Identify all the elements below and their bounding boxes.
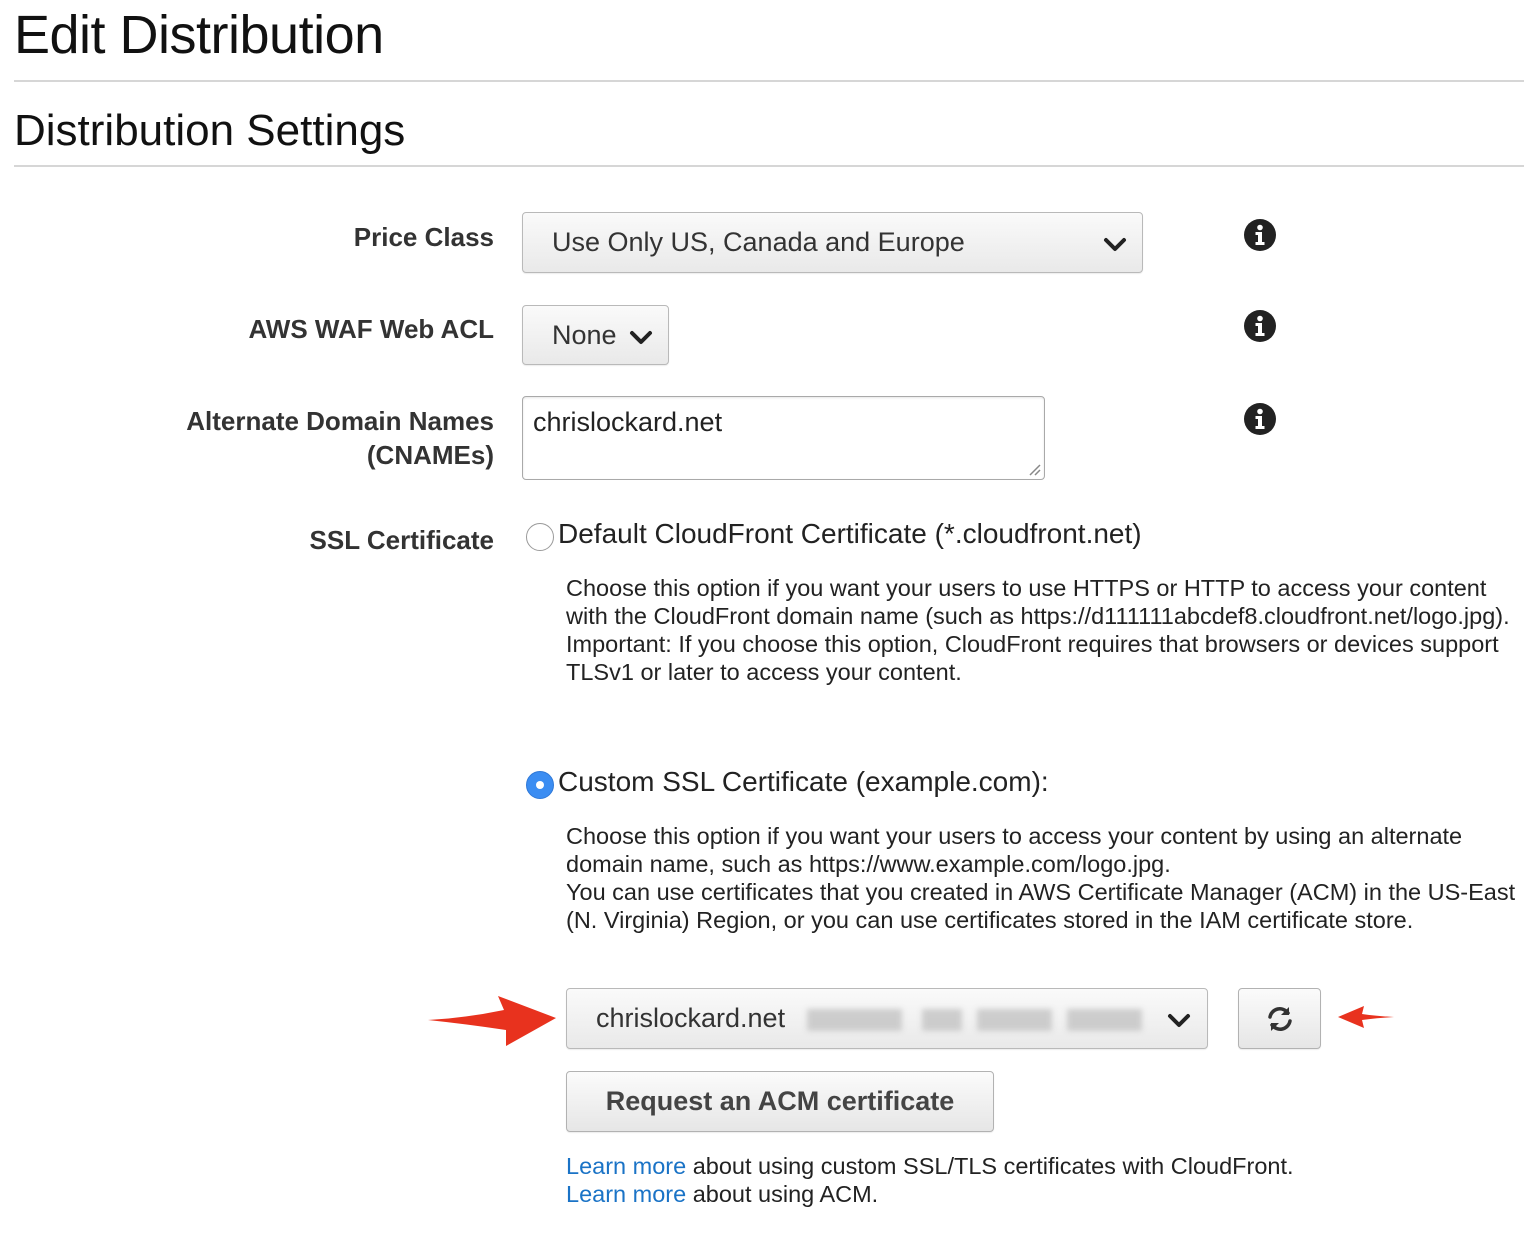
redacted-text	[977, 1009, 1052, 1031]
chevron-down-icon	[1104, 238, 1126, 251]
chevron-down-icon	[630, 331, 652, 344]
price-class-label: Price Class	[353, 222, 494, 252]
waf-label: AWS WAF Web ACL	[248, 314, 494, 344]
refresh-button[interactable]	[1238, 988, 1321, 1049]
refresh-icon	[1267, 1006, 1292, 1031]
learn-more-acm-line: Learn more about using ACM.	[566, 1180, 1294, 1208]
cnames-label-line2: (CNAMEs)	[366, 440, 494, 470]
price-class-value: Use Only US, Canada and Europe	[552, 227, 965, 257]
cnames-label-line1: Alternate Domain Names	[186, 406, 494, 436]
cnames-textarea[interactable]: chrislockard.net	[522, 396, 1045, 480]
request-acm-certificate-label: Request an ACM certificate	[605, 1086, 955, 1116]
waf-value: None	[552, 319, 617, 350]
custom-cert-help-text: Choose this option if you want your user…	[566, 823, 1463, 877]
learn-more-acm-link[interactable]: Learn more	[566, 1181, 686, 1207]
certificate-select[interactable]: chrislockard.net	[566, 988, 1208, 1049]
custom-cert-label[interactable]: Custom SSL Certificate (example.com):	[558, 766, 1049, 798]
certificate-value: chrislockard.net	[596, 1003, 786, 1033]
learn-more-ssl-line: Learn more about using custom SSL/TLS ce…	[566, 1152, 1294, 1180]
default-cert-help-important: Important: If you choose this option, Cl…	[566, 631, 1499, 685]
price-class-select[interactable]: Use Only US, Canada and Europe	[522, 212, 1143, 273]
default-cert-label[interactable]: Default CloudFront Certificate (*.cloudf…	[558, 518, 1142, 550]
learn-more-ssl-text: about using custom SSL/TLS certificates …	[686, 1153, 1294, 1179]
ssl-label: SSL Certificate	[309, 525, 494, 555]
info-icon[interactable]	[1244, 403, 1276, 435]
default-cert-radio[interactable]	[526, 523, 554, 551]
learn-more-acm-text: about using ACM.	[686, 1181, 879, 1207]
info-icon[interactable]	[1244, 219, 1276, 251]
section-divider	[14, 165, 1524, 167]
learn-more-links: Learn more about using custom SSL/TLS ce…	[566, 1152, 1294, 1208]
cnames-label: Alternate Domain Names (CNAMEs)	[186, 404, 494, 472]
custom-cert-help-acm: You can use certificates that you create…	[566, 879, 1516, 933]
redacted-text	[1067, 1009, 1142, 1031]
custom-cert-radio[interactable]	[526, 771, 554, 799]
custom-cert-help: Choose this option if you want your user…	[566, 822, 1521, 934]
resize-grip-icon[interactable]	[1027, 462, 1041, 476]
info-icon[interactable]	[1244, 310, 1276, 342]
section-title: Distribution Settings	[14, 106, 406, 155]
page-title: Edit Distribution	[14, 5, 384, 65]
cnames-value: chrislockard.net	[533, 407, 723, 437]
default-cert-help-text: Choose this option if you want your user…	[566, 575, 1510, 629]
default-cert-help: Choose this option if you want your user…	[566, 574, 1521, 686]
waf-select[interactable]: None	[522, 305, 669, 365]
request-acm-certificate-button[interactable]: Request an ACM certificate	[566, 1071, 994, 1132]
annotation-arrow-icon	[428, 996, 556, 1046]
annotation-arrow-icon	[1338, 1006, 1394, 1028]
chevron-down-icon	[1168, 1014, 1190, 1027]
title-divider	[14, 80, 1524, 82]
redacted-text	[922, 1009, 962, 1031]
learn-more-ssl-link[interactable]: Learn more	[566, 1153, 686, 1179]
redacted-text	[807, 1009, 902, 1031]
